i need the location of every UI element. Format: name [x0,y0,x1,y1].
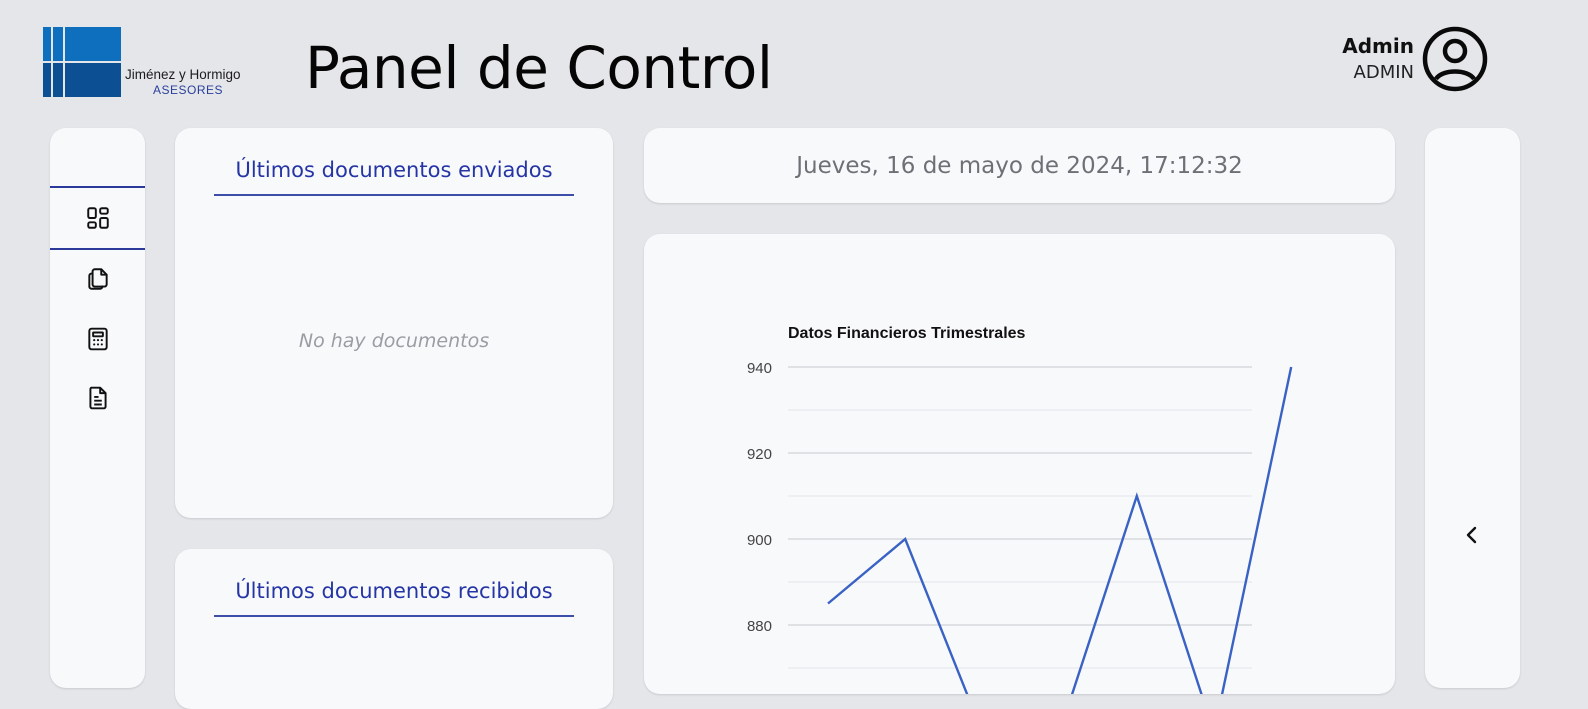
y-tick-label: 920 [747,446,772,463]
current-datetime: Jueves, 16 de mayo de 2024, 17:12:32 [796,152,1243,179]
company-subtitle: ASESORES [153,83,224,97]
sidebar-item-file[interactable] [50,369,145,427]
right-panel [1425,128,1520,688]
collapse-panel-button[interactable] [1457,520,1487,550]
page-title: Panel de Control [305,34,773,102]
sidebar [50,128,145,688]
chart-card: Datos Financieros Trimestrales 880 900 920 9… [644,234,1395,694]
dashboard-icon [86,207,109,229]
file-text-icon [88,386,107,410]
sent-documents-card: Últimos documentos enviados No hay docum… [175,128,613,518]
logo-mark [43,27,121,97]
user-circle-icon[interactable] [1422,26,1488,92]
y-tick-label: 880 [747,618,772,635]
financial-chart: Datos Financieros Trimestrales 880 900 920 9… [747,325,1293,694]
user-menu[interactable]: Admin ADMIN [1342,26,1488,92]
copy-documents-icon [87,268,108,290]
chevron-left-icon [1466,526,1477,544]
y-tick-label: 940 [747,360,772,377]
calculator-icon [87,327,108,351]
sent-documents-title: Últimos documentos enviados [214,158,574,196]
empty-state-text: No hay documentos [298,330,490,352]
y-tick-label: 900 [747,532,772,549]
user-role: ADMIN [1353,61,1414,83]
datetime-card: Jueves, 16 de mayo de 2024, 17:12:32 [644,128,1395,203]
received-documents-title: Últimos documentos recibidos [214,579,574,617]
sidebar-item-calculator[interactable] [50,310,145,368]
sidebar-active-top-rule [50,186,145,188]
received-documents-card: Últimos documentos recibidos [175,549,613,709]
chart-title: Datos Financieros Trimestrales [788,325,1026,342]
company-logo: Jiménez y Hormigo ASESORES [43,27,253,99]
sidebar-item-documents[interactable] [50,250,145,308]
company-name: Jiménez y Hormigo [125,67,241,82]
series-line [827,366,1293,694]
user-name: Admin [1342,33,1414,58]
sidebar-item-dashboard[interactable] [50,189,145,247]
